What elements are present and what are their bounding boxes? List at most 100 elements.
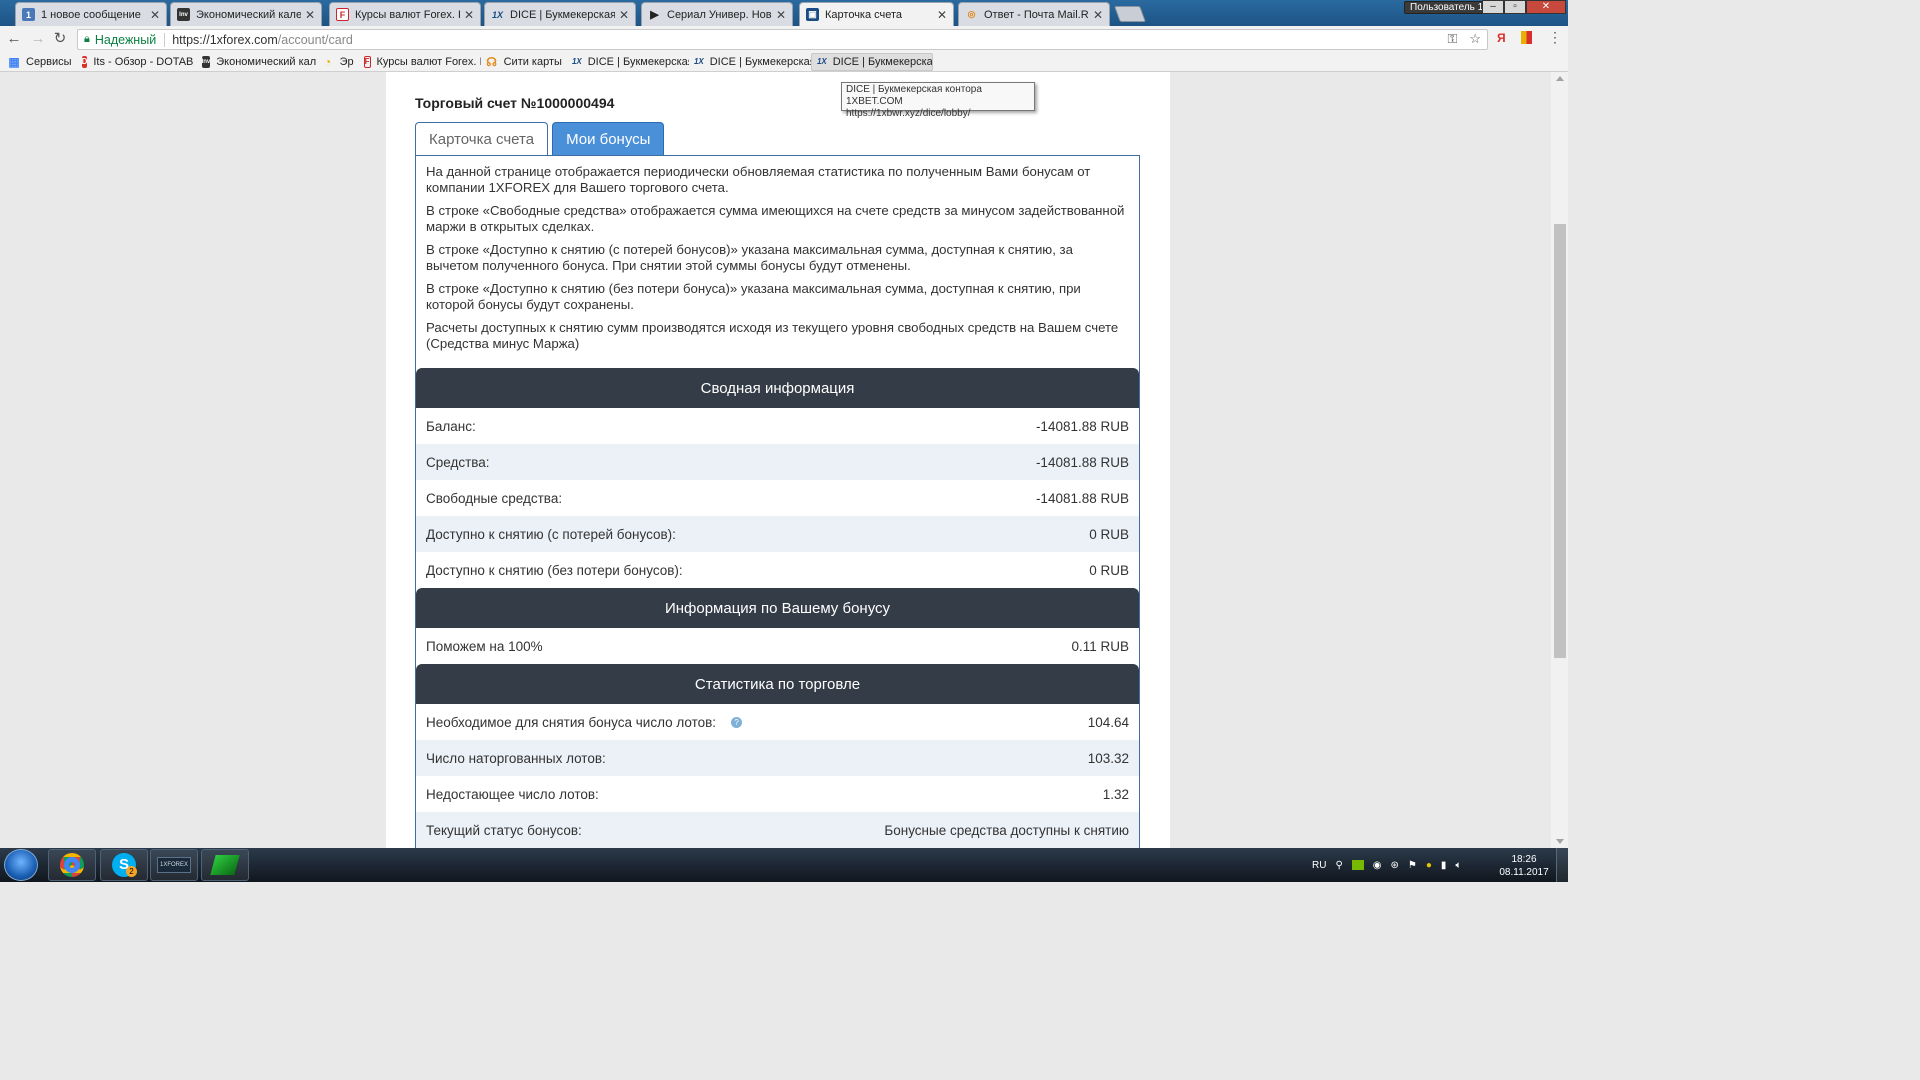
- bookmark-favicon-icon: Inv: [201, 55, 211, 68]
- bookmark-item-hovered[interactable]: 1X DICE | Букмекерская: [810, 52, 933, 71]
- page-viewport: Торговый счет №1000000494 Карточка счета…: [0, 72, 1568, 848]
- clock[interactable]: 18:26 08.11.2017: [1498, 853, 1550, 879]
- bookmark-favicon-icon: 1X: [693, 57, 704, 66]
- browser-tab[interactable]: F Курсы валют Forex. Кот ✕: [329, 2, 481, 26]
- browser-tab[interactable]: 1 1 новое сообщение ✕: [15, 2, 167, 26]
- app-tray-icon[interactable]: ◉: [1373, 860, 1382, 871]
- bookmark-favicon-icon: 1X: [816, 57, 827, 66]
- flag-extension-icon[interactable]: [1521, 31, 1532, 47]
- close-tab-icon[interactable]: ✕: [937, 8, 947, 22]
- scrollbar-thumb[interactable]: [1554, 224, 1566, 658]
- minimize-icon[interactable]: –: [1482, 0, 1504, 14]
- show-desktop-button[interactable]: [1556, 848, 1568, 882]
- tab-title: DICE | Букмекерская кон: [510, 8, 615, 21]
- maximize-icon[interactable]: ▫: [1504, 0, 1526, 14]
- page-scrollbar[interactable]: [1551, 72, 1568, 848]
- network-icon[interactable]: ⚲: [1335, 860, 1342, 871]
- reload-icon[interactable]: ↻: [51, 30, 69, 48]
- tab-account-card[interactable]: Карточка счета: [415, 122, 549, 155]
- close-tab-icon[interactable]: ✕: [464, 8, 474, 22]
- bookmark-item[interactable]: 1X DICE | Букмекерская: [689, 53, 811, 71]
- bookmark-item[interactable]: ◔ Эр: [317, 53, 359, 71]
- browser-tab[interactable]: ▶ Сериал Универ. Новая о ✕: [641, 2, 793, 26]
- nvidia-icon[interactable]: [1351, 860, 1364, 870]
- bookmark-label: Эр: [339, 55, 354, 68]
- lock-icon: 🔒︎: [84, 33, 90, 45]
- tab-my-bonuses[interactable]: Мои бонусы: [552, 122, 665, 155]
- bookmark-item[interactable]: F Курсы валют Forex. I: [359, 53, 481, 71]
- yellow-app-icon[interactable]: ●: [1426, 860, 1432, 871]
- volume-icon[interactable]: 🔈︎: [1455, 860, 1461, 871]
- steam-icon[interactable]: ⊛: [1391, 860, 1399, 871]
- url-path: /account/card: [277, 32, 353, 47]
- bookmark-item[interactable]: 1X DICE | Букмекерская: [567, 53, 689, 71]
- close-tab-icon[interactable]: ✕: [150, 8, 160, 22]
- bookmark-label: DICE | Букмекерская: [709, 55, 811, 68]
- browser-tab[interactable]: ◎ Ответ - Почта Mail.Ru ✕: [958, 2, 1110, 26]
- browser-tab-active[interactable]: ▣ Карточка счета ✕: [799, 2, 954, 26]
- new-tab-button[interactable]: [1114, 6, 1146, 22]
- row-label: Средства:: [426, 454, 490, 470]
- star-icon[interactable]: ☆: [1469, 31, 1481, 47]
- intro-paragraph: На данной странице отображается периодич…: [426, 164, 1091, 195]
- account-tabs: Карточка счета Мои бонусы: [415, 122, 668, 155]
- language-indicator[interactable]: RU: [1312, 860, 1326, 871]
- bookmark-label: Курсы валют Forex. I: [376, 55, 481, 68]
- tab-favicon-icon: ◎: [967, 9, 976, 19]
- browser-tab[interactable]: Inv Экономический календ ✕: [170, 2, 322, 26]
- bookmark-item[interactable]: Inv Экономический кал: [197, 53, 317, 71]
- chrome-taskbar-button[interactable]: [48, 849, 96, 881]
- close-tab-icon[interactable]: ✕: [619, 8, 629, 22]
- summary-row-withdraw-without-loss: Доступно к снятию (без потери бонусов): …: [416, 552, 1139, 588]
- start-button[interactable]: [4, 849, 38, 881]
- skype-taskbar-button[interactable]: S 2: [100, 849, 148, 881]
- close-window-icon[interactable]: ✕: [1526, 0, 1566, 14]
- row-label: Доступно к снятию (без потери бонусов):: [426, 562, 683, 578]
- bookmark-favicon-icon: ☊: [486, 54, 497, 69]
- tooltip-url: https://1xbwr.xyz/dice/lobby/: [846, 108, 971, 119]
- close-tab-icon[interactable]: ✕: [305, 8, 315, 22]
- close-tab-icon[interactable]: ✕: [776, 8, 786, 22]
- chrome-icon: [60, 853, 84, 877]
- key-icon[interactable]: ⚿: [1447, 31, 1457, 47]
- bookmark-item[interactable]: D Its - Обзор - DOTAB: [77, 53, 197, 71]
- row-value: 0 RUB: [1089, 526, 1129, 542]
- forex-taskbar-button[interactable]: 1XFOREX: [150, 849, 198, 881]
- scroll-up-icon[interactable]: [1556, 76, 1564, 81]
- row-label: Поможем на 100%: [426, 638, 543, 654]
- browser-toolbar: ← → ↻ 🔒︎ Надежный https://1xforex.com/ac…: [0, 26, 1568, 52]
- bookmark-apps[interactable]: ▦ Сервисы: [3, 53, 77, 71]
- back-arrow-icon[interactable]: ←: [5, 30, 23, 48]
- bookmark-label: Its - Обзор - DOTAB: [93, 55, 194, 68]
- profile-button[interactable]: Пользователь 1: [1404, 1, 1490, 14]
- row-value: -14081.88 RUB: [1035, 418, 1129, 434]
- secure-label: Надежный: [94, 32, 157, 47]
- help-icon[interactable]: ?: [731, 717, 743, 729]
- intro-paragraph: В строке «Доступно к снятию (без потери …: [426, 281, 1081, 312]
- browser-tab[interactable]: 1X DICE | Букмекерская кон ✕: [484, 2, 636, 26]
- tab-title: Карточка счета: [825, 8, 903, 21]
- summary-row-withdraw-with-loss: Доступно к снятию (с потерей бонусов): 0…: [416, 516, 1139, 552]
- tab-favicon-icon: ▣: [806, 8, 819, 21]
- bookmark-item[interactable]: ☊ Сити карты: [481, 53, 567, 71]
- tab-favicon-icon: ▶: [650, 9, 659, 21]
- trading-heading: Статистика по торговле: [416, 664, 1139, 704]
- intro-paragraph: Расчеты доступных к снятию сумм производ…: [426, 320, 1119, 351]
- row-value: -14081.88 RUB: [1035, 490, 1129, 506]
- tab-title: Сериал Универ. Новая о: [667, 8, 772, 21]
- omnibox-actions: ⚿ ☆: [1447, 31, 1481, 47]
- address-bar[interactable]: 🔒︎ Надежный https://1xforex.com/account/…: [77, 29, 1488, 50]
- terminal-taskbar-button[interactable]: [201, 849, 249, 881]
- bookmark-favicon-icon: D: [81, 55, 88, 68]
- bookmark-favicon-icon: 1X: [571, 57, 582, 66]
- scroll-down-icon[interactable]: [1556, 839, 1564, 844]
- forward-arrow-icon[interactable]: →: [29, 30, 47, 48]
- row-label: Недостающее число лотов:: [426, 786, 599, 802]
- row-label: Число наторгованных лотов:: [426, 750, 606, 766]
- close-tab-icon[interactable]: ✕: [1093, 8, 1103, 22]
- menu-icon[interactable]: ⋮: [1548, 29, 1562, 46]
- flag-icon[interactable]: ⚑: [1408, 860, 1417, 871]
- tab-favicon-icon: Inv: [177, 8, 190, 21]
- battery-icon[interactable]: ▮: [1441, 860, 1447, 871]
- yandex-extension-icon[interactable]: Я: [1497, 31, 1506, 45]
